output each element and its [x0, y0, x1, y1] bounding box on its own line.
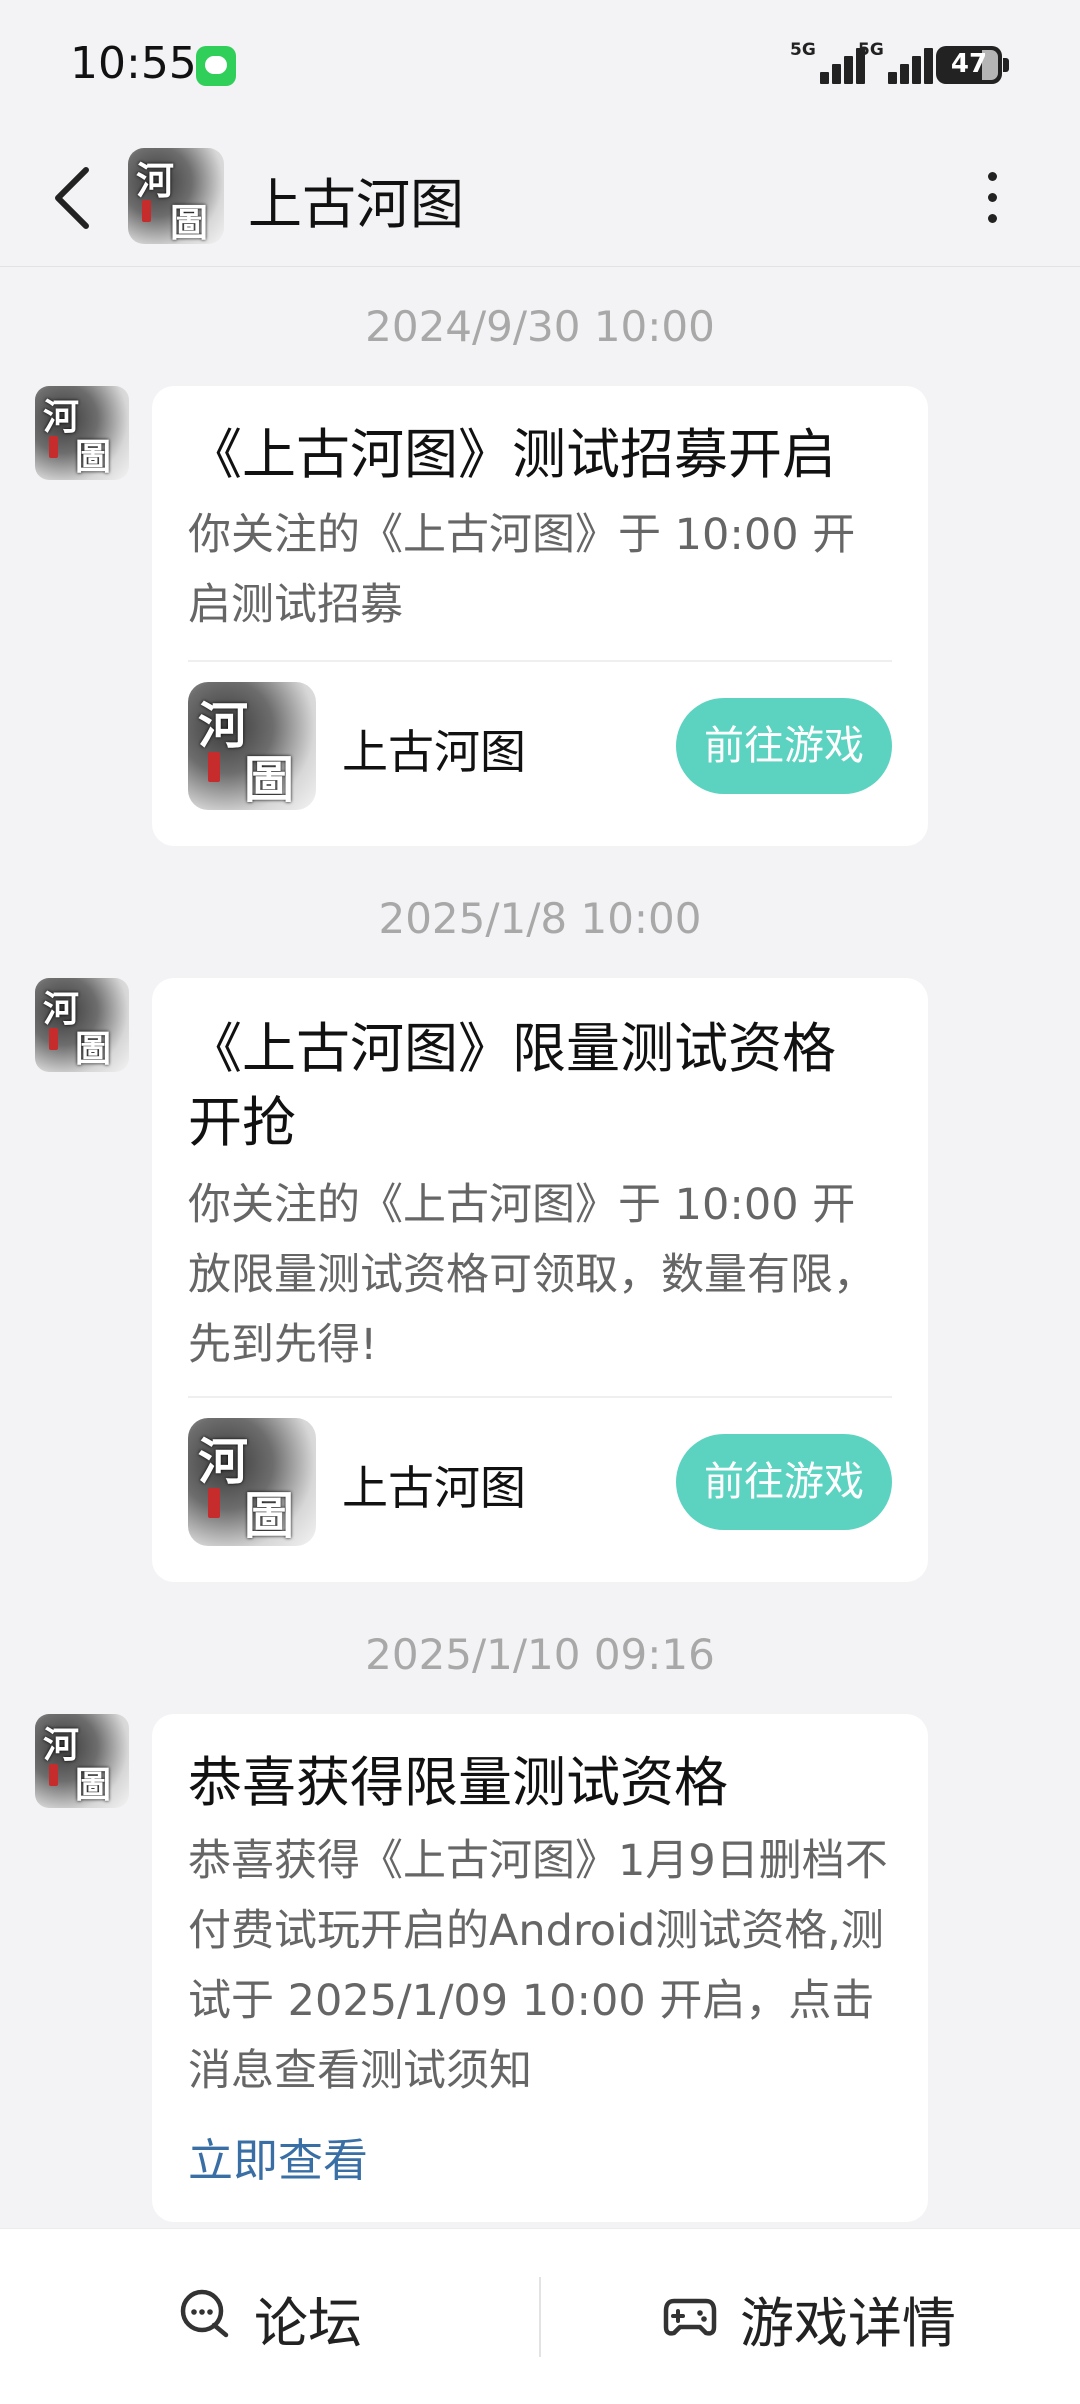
message-app-icon: [196, 46, 236, 86]
game-avatar[interactable]: 河 圖: [128, 148, 224, 244]
message-title: 《上古河图》限量测试资格开抢: [188, 1017, 836, 1154]
back-button[interactable]: [40, 160, 110, 236]
go-to-game-button[interactable]: 前往游戏: [676, 1434, 892, 1530]
message-body: 你关注的《上古河图》于 10:00 开放限量测试资格可领取，数量有限，先到先得!: [188, 1180, 876, 1370]
app-icon[interactable]: 河 圖: [188, 1418, 316, 1546]
go-to-game-button[interactable]: 前往游戏: [676, 698, 892, 794]
chevron-left-icon: [55, 167, 89, 229]
forum-tab[interactable]: 论坛: [178, 2269, 378, 2359]
message-card[interactable]: 《上古河图》测试招募开启 你关注的《上古河图》于 10:00 开启测试招募 河 …: [152, 386, 928, 846]
message-title: 恭喜获得限量测试资格: [188, 1751, 728, 1814]
message-title: 《上古河图》测试招募开启: [188, 423, 836, 486]
status-time: 10:55: [70, 38, 197, 89]
divider: [539, 2277, 541, 2357]
app-name: 上古河图: [342, 1461, 526, 1515]
status-bar: 10:55 5G 5G 47: [0, 0, 1080, 130]
network-type-label: 5G: [790, 40, 816, 60]
signal-icon: 5G: [858, 40, 938, 88]
battery-icon: 47: [936, 46, 1009, 84]
more-options-button[interactable]: [972, 154, 1012, 242]
message-body: 你关注的《上古河图》于 10:00 开启测试招募: [188, 510, 856, 630]
sender-avatar[interactable]: 河 圖: [35, 386, 129, 480]
message-body: 恭喜获得《上古河图》1月9日删档不付费试玩开启的Android测试资格,测试于 …: [188, 1836, 888, 2096]
view-now-link[interactable]: 立即查看: [188, 2124, 368, 2189]
more-vertical-icon: [988, 172, 997, 181]
message-timestamp: 2025/1/10 09:16: [365, 1630, 715, 1679]
sender-avatar[interactable]: 河 圖: [35, 978, 129, 1072]
bottom-bar: 论坛 游戏详情: [0, 2228, 1080, 2404]
message-timestamp: 2025/1/8 10:00: [378, 894, 702, 943]
divider: [188, 1396, 892, 1398]
app-name: 上古河图: [342, 725, 526, 779]
gamepad-icon: [663, 2298, 717, 2336]
sender-avatar[interactable]: 河 圖: [35, 1714, 129, 1808]
message-card[interactable]: 《上古河图》限量测试资格开抢 你关注的《上古河图》于 10:00 开放限量测试资…: [152, 978, 928, 1582]
chat-icon: [180, 2289, 229, 2338]
divider: [188, 660, 892, 662]
game-details-label: 游戏详情: [740, 2292, 956, 2355]
network-type-label: 5G: [858, 40, 884, 60]
page-title: 上古河图: [248, 173, 464, 236]
battery-level: 47: [950, 49, 988, 79]
game-details-tab[interactable]: 游戏详情: [662, 2269, 972, 2359]
chat-header: 河 圖 上古河图: [0, 130, 1080, 267]
app-icon[interactable]: 河 圖: [188, 682, 316, 810]
message-timestamp: 2024/9/30 10:00: [365, 302, 715, 351]
message-card[interactable]: 恭喜获得限量测试资格 恭喜获得《上古河图》1月9日删档不付费试玩开启的Andro…: [152, 1714, 928, 2222]
forum-label: 论坛: [254, 2292, 362, 2355]
